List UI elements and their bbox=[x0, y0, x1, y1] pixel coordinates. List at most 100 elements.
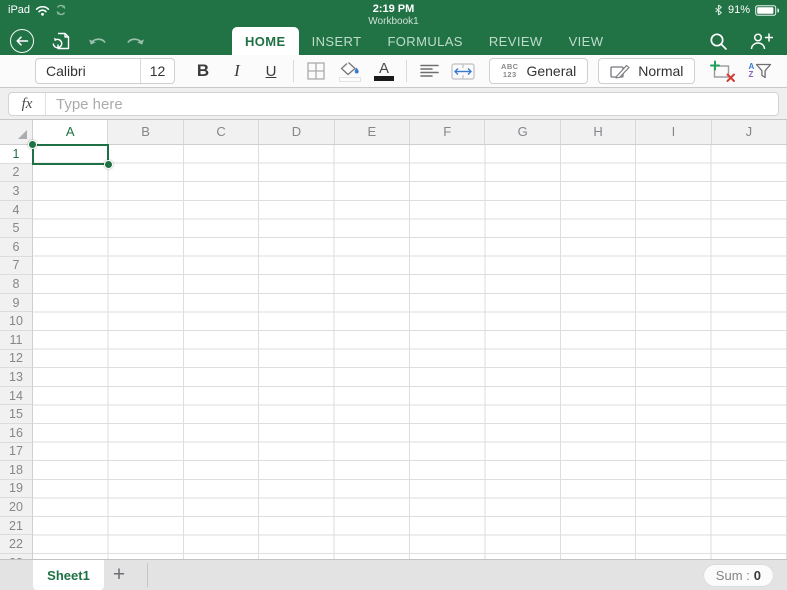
select-all-triangle-icon bbox=[18, 130, 27, 139]
document-title: Workbook1 bbox=[368, 16, 419, 27]
font-name-value[interactable]: Calibri bbox=[36, 63, 140, 79]
row-header[interactable]: 4 bbox=[0, 201, 32, 220]
bold-button[interactable]: B bbox=[186, 58, 220, 84]
selection-handle-bottom-right[interactable] bbox=[104, 160, 113, 169]
cell-styles-button[interactable]: Normal bbox=[598, 58, 696, 84]
redo-button[interactable] bbox=[125, 34, 145, 48]
save-button[interactable] bbox=[51, 31, 71, 51]
align-left-icon bbox=[419, 64, 439, 78]
selection-handle-top-left[interactable] bbox=[28, 140, 37, 149]
sync-icon bbox=[55, 4, 67, 16]
row-header[interactable]: 20 bbox=[0, 498, 32, 517]
row-header[interactable]: 2 bbox=[0, 164, 32, 183]
sum-value: 0 bbox=[753, 568, 761, 583]
row-header[interactable]: 6 bbox=[0, 238, 32, 257]
row-header[interactable]: 12 bbox=[0, 350, 32, 369]
insert-delete-cells-button[interactable] bbox=[703, 58, 741, 84]
number-format-icon: ABC 123 bbox=[501, 62, 519, 79]
font-color-button[interactable]: A bbox=[367, 58, 401, 84]
add-sheet-button[interactable]: + bbox=[104, 560, 134, 590]
insert-delete-cells-icon bbox=[709, 60, 736, 83]
column-header[interactable]: B bbox=[108, 120, 184, 144]
column-header[interactable]: G bbox=[485, 120, 561, 144]
row-header[interactable]: 7 bbox=[0, 257, 32, 276]
cell-style-value: Normal bbox=[638, 63, 684, 79]
ribbon-tab[interactable]: INSERT bbox=[299, 27, 375, 55]
row-header[interactable]: 22 bbox=[0, 535, 32, 555]
spreadsheet-grid: ABCDEFGHIJ 1 2 3 4 5 6 7 8 9 10 11 12 13 14 15 16 17 18 19… bbox=[0, 120, 787, 559]
row-header[interactable]: 21 bbox=[0, 517, 32, 536]
device-label: iPad bbox=[8, 4, 31, 16]
column-header[interactable]: J bbox=[712, 120, 787, 144]
status-left: iPad bbox=[8, 4, 67, 16]
sort-filter-button[interactable]: A Z bbox=[741, 58, 779, 84]
number-format-button[interactable]: ABC 123 General bbox=[489, 58, 589, 84]
battery-percent: 91% bbox=[727, 4, 750, 16]
row-header[interactable]: 15 bbox=[0, 405, 32, 424]
ribbon-tab[interactable]: FORMULAS bbox=[374, 27, 475, 55]
ribbon-tab[interactable]: REVIEW bbox=[476, 27, 556, 55]
column-header[interactable]: F bbox=[410, 120, 486, 144]
row-header[interactable]: 11 bbox=[0, 331, 32, 350]
column-header[interactable]: E bbox=[335, 120, 411, 144]
ribbon-nav-row: HOME INSERT FORMULAS REVIEW VIEW bbox=[0, 27, 787, 55]
row-header[interactable]: 8 bbox=[0, 275, 32, 294]
formatting-toolbar: Calibri 12 B I U A ABC 123 General Norma… bbox=[0, 55, 787, 88]
row-header[interactable]: 1 bbox=[0, 145, 32, 164]
font-color-icon: A bbox=[374, 61, 394, 81]
borders-icon bbox=[307, 62, 325, 80]
alignment-button[interactable] bbox=[412, 58, 446, 84]
row-header[interactable]: 17 bbox=[0, 443, 32, 462]
nav-right-controls bbox=[709, 27, 773, 55]
status-bar: iPad 2:19 PM Workbook1 91% bbox=[0, 0, 787, 27]
sheet-tab-sheet1[interactable]: Sheet1 bbox=[33, 560, 104, 590]
ribbon-tab[interactable]: VIEW bbox=[556, 27, 617, 55]
nav-left-controls bbox=[10, 27, 145, 55]
row-header[interactable]: 14 bbox=[0, 387, 32, 406]
column-headers: ABCDEFGHIJ bbox=[33, 120, 787, 145]
fill-color-swatch bbox=[339, 76, 361, 82]
font-size-value[interactable]: 12 bbox=[141, 63, 174, 79]
fill-bucket-icon bbox=[339, 61, 361, 82]
italic-button[interactable]: I bbox=[220, 58, 254, 84]
row-header[interactable]: 16 bbox=[0, 424, 32, 443]
font-picker[interactable]: Calibri 12 bbox=[35, 58, 175, 84]
column-header[interactable]: I bbox=[636, 120, 712, 144]
undo-button[interactable] bbox=[88, 34, 108, 48]
row-header[interactable]: 13 bbox=[0, 368, 32, 387]
cell-style-icon bbox=[610, 64, 630, 79]
row-header[interactable]: 9 bbox=[0, 294, 32, 313]
fill-color-button[interactable] bbox=[333, 58, 367, 84]
wifi-icon bbox=[35, 5, 50, 16]
column-header[interactable]: D bbox=[259, 120, 335, 144]
sum-badge[interactable]: Sum : 0 bbox=[703, 565, 773, 586]
formula-input[interactable] bbox=[46, 95, 778, 113]
row-header[interactable]: 5 bbox=[0, 219, 32, 238]
column-header[interactable]: A bbox=[33, 120, 109, 144]
search-icon[interactable] bbox=[709, 32, 728, 51]
row-header[interactable]: 3 bbox=[0, 182, 32, 201]
number-format-value: General bbox=[526, 63, 577, 79]
sheetbar-divider bbox=[147, 563, 148, 587]
merge-cells-button[interactable] bbox=[446, 58, 480, 84]
cells-area[interactable] bbox=[33, 145, 787, 559]
status-center: 2:19 PM Workbook1 bbox=[0, 3, 787, 27]
underline-button[interactable]: U bbox=[254, 58, 288, 84]
sort-filter-icon: A Z bbox=[749, 63, 773, 79]
top-bar: iPad 2:19 PM Workbook1 91% HOME INSERT F… bbox=[0, 0, 787, 55]
row-header[interactable]: 10 bbox=[0, 312, 32, 331]
column-header[interactable]: C bbox=[184, 120, 260, 144]
column-header[interactable]: H bbox=[561, 120, 637, 144]
fx-icon[interactable]: fx bbox=[9, 96, 45, 113]
share-person-add-icon[interactable] bbox=[750, 32, 773, 50]
clock: 2:19 PM bbox=[372, 3, 415, 15]
formula-bar: fx bbox=[8, 92, 779, 116]
row-header[interactable]: 19 bbox=[0, 480, 32, 499]
ribbon-tab[interactable]: HOME bbox=[232, 27, 299, 55]
row-headers: 1234567891011121314151617181920212223 bbox=[0, 145, 33, 559]
row-header[interactable]: 18 bbox=[0, 461, 32, 480]
borders-button[interactable] bbox=[299, 58, 333, 84]
back-button[interactable] bbox=[10, 29, 34, 53]
sum-label: Sum : bbox=[715, 568, 750, 583]
ribbon-tabs: HOME INSERT FORMULAS REVIEW VIEW bbox=[232, 27, 616, 55]
